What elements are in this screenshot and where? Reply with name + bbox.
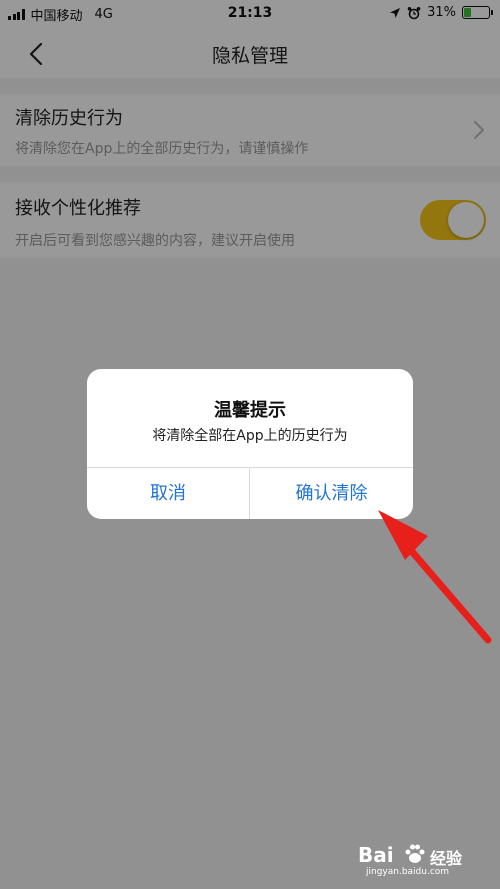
- confirm-clear-button[interactable]: 确认清除: [250, 468, 413, 519]
- baidu-watermark: Bai 经验 jingyan.baidu.com: [358, 843, 478, 879]
- confirm-dialog: 温馨提示 将清除全部在App上的历史行为 取消 确认清除: [87, 369, 413, 519]
- watermark-logo: Bai: [358, 843, 394, 867]
- dialog-title: 温馨提示: [214, 400, 286, 421]
- paw-icon: [405, 844, 425, 863]
- cancel-button[interactable]: 取消: [87, 468, 249, 519]
- watermark-suffix: 经验: [430, 849, 463, 868]
- privacy-management-screen: 中国移动 4G 21:13 31% 隐私管理 清除历史行为 将清除您在App上的…: [0, 0, 500, 889]
- dialog-message: 将清除全部在App上的历史行为: [152, 428, 348, 444]
- watermark-url: jingyan.baidu.com: [366, 867, 450, 877]
